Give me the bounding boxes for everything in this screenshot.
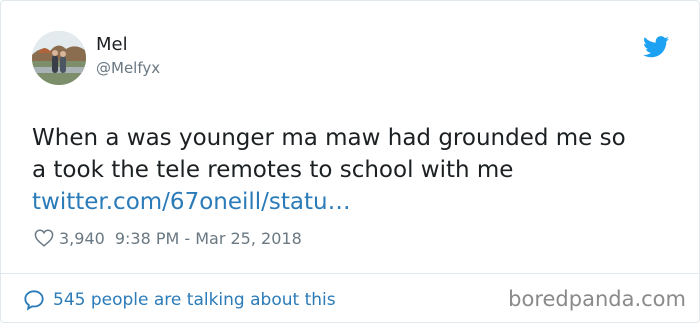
twitter-bird-icon[interactable] — [643, 36, 669, 58]
talking-text: 545 people are talking about this — [53, 290, 336, 310]
tweet-meta: 3,940 9:38 PM - Mar 25, 2018 — [34, 227, 302, 249]
tweet-text-line-2: a took the tele remotes to school with m… — [32, 157, 514, 183]
watermark: boredpanda.com — [508, 287, 686, 311]
avatar[interactable] — [32, 31, 86, 85]
tweet-timestamp[interactable]: 9:38 PM - Mar 25, 2018 — [115, 229, 302, 248]
speech-bubble-icon — [24, 290, 44, 311]
avatar-photo — [32, 31, 86, 85]
divider — [1, 273, 699, 274]
tweet-text: When a was younger ma maw had grounded m… — [32, 122, 682, 218]
author-handle[interactable]: @Melfyx — [96, 58, 160, 78]
tweet-card: Mel @Melfyx When a was younger ma maw ha… — [0, 0, 700, 323]
conversation-link[interactable]: 545 people are talking about this — [23, 288, 336, 312]
like-count[interactable]: 3,940 — [59, 229, 105, 248]
author-name[interactable]: Mel — [96, 34, 128, 56]
heart-icon[interactable] — [34, 229, 54, 247]
tweet-link[interactable]: twitter.com/67oneill/statu… — [32, 186, 682, 218]
tweet-text-line-1: When a was younger ma maw had grounded m… — [32, 125, 626, 151]
